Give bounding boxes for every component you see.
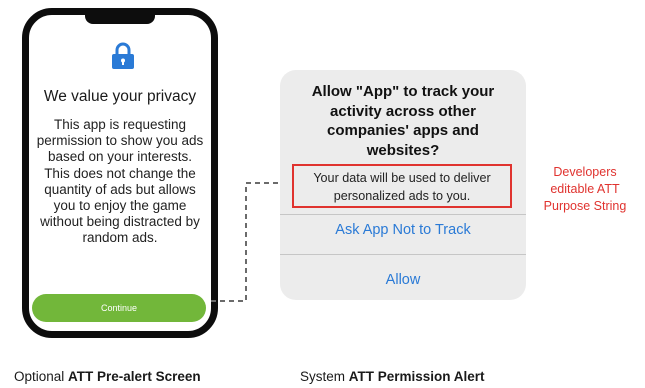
purpose-string-box: Your data will be used to deliver person… [292,164,512,208]
att-alert-title: Allow "App" to track your activity acros… [311,83,495,159]
alert-divider [280,214,526,215]
pre-alert-caption: Optional ATT Pre-alert Screen [14,369,201,384]
continue-button[interactable]: Continue [32,294,206,322]
att-permission-alert: Allow "App" to track your activity acros… [280,70,526,300]
att-alert-caption: System ATT Permission Alert [300,369,485,384]
purpose-string-annotation: Developers editable ATT Purpose String [543,165,627,213]
alert-divider [280,254,526,255]
pre-alert-title: We value your privacy [43,88,197,105]
lock-icon [112,42,134,69]
ask-not-to-track-button[interactable]: Ask App Not to Track [280,222,526,238]
phone-notch [85,14,155,24]
allow-button[interactable]: Allow [280,272,526,288]
phone-mockup: We value your privacy This app is reques… [22,8,218,338]
pre-alert-body: This app is requesting permission to sho… [36,117,204,246]
